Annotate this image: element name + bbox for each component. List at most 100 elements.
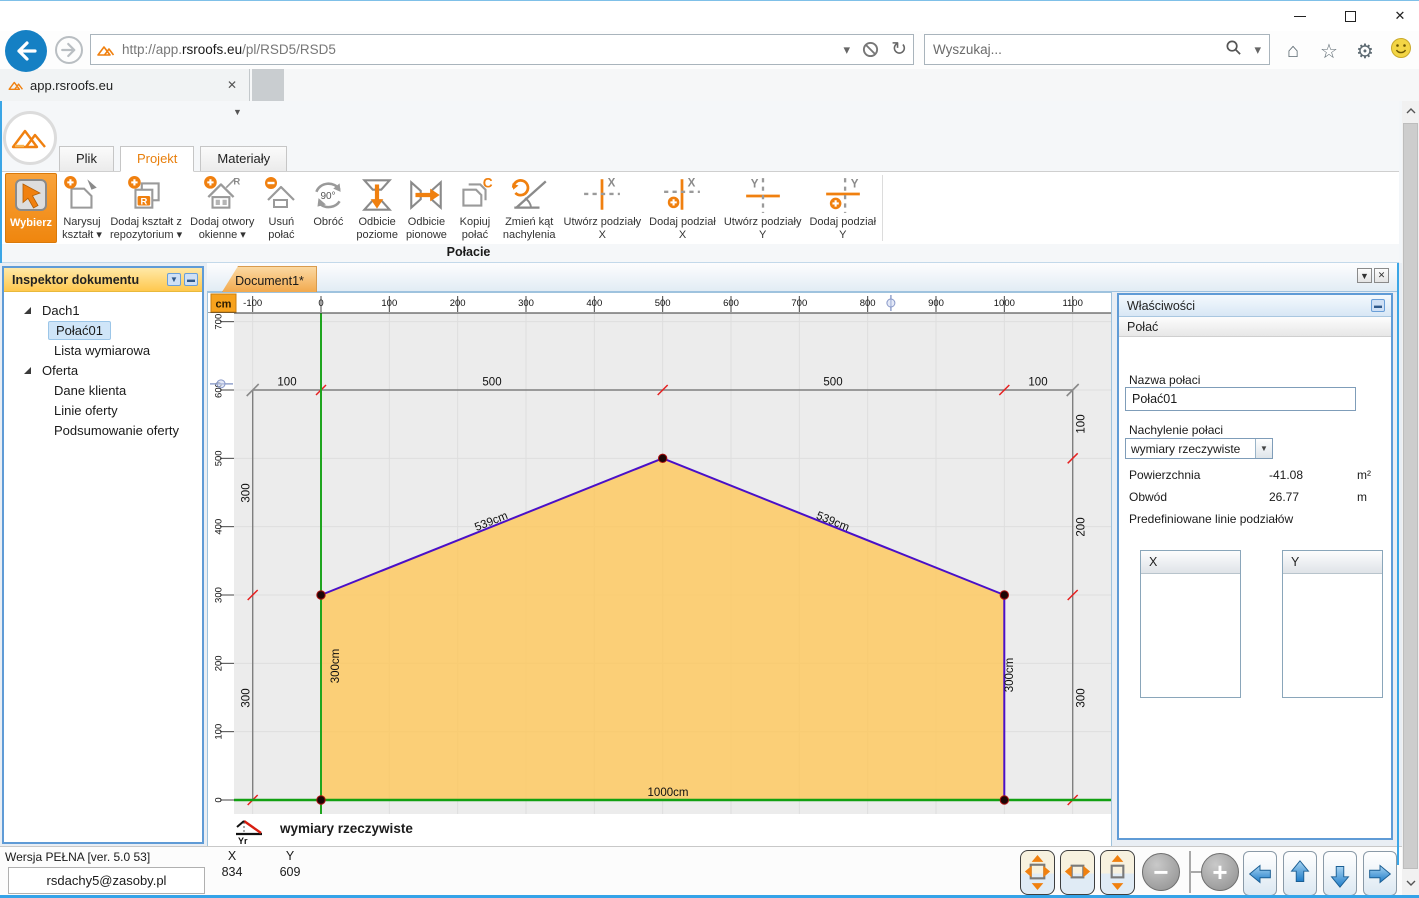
fit-height-icon — [1101, 850, 1134, 895]
zoom-in-button[interactable]: + — [1201, 853, 1239, 891]
svg-text:X: X — [608, 178, 616, 190]
tree-item-dach1[interactable]: Dach1 — [4, 300, 202, 320]
pan-down-button[interactable] — [1323, 851, 1357, 896]
window-maximize-button[interactable] — [1339, 7, 1361, 25]
inspector-menu-button[interactable]: ▼ — [167, 273, 181, 286]
zoom-fit-height-button[interactable] — [1100, 850, 1135, 895]
repository-shape-icon: R — [126, 175, 166, 215]
svg-text:Yr: Yr — [238, 836, 248, 846]
rotate-button[interactable]: 90° Obróć — [305, 173, 351, 243]
back-button[interactable] — [5, 30, 47, 72]
ribbon-group-label: Połacie — [2, 245, 935, 259]
pan-up-button[interactable] — [1283, 851, 1317, 896]
svg-text:300cm: 300cm — [1004, 658, 1016, 693]
cursor-y-readout: Y609 — [270, 849, 310, 879]
new-tab-button[interactable] — [252, 69, 284, 101]
svg-text:200: 200 — [214, 655, 225, 671]
search-dropdown-icon[interactable]: ▾ — [1254, 42, 1261, 58]
tab-plik[interactable]: Plik — [59, 146, 114, 172]
document-close-button[interactable]: ✕ — [1374, 268, 1389, 283]
pan-right-button[interactable] — [1363, 851, 1397, 896]
y-divisions-list[interactable]: Y — [1282, 550, 1383, 698]
scroll-up-icon[interactable] — [1402, 101, 1419, 121]
tree-item-polac01[interactable]: Połać01 — [4, 320, 202, 340]
pan-left-button[interactable] — [1243, 851, 1277, 896]
tab-materialy[interactable]: Materiały — [200, 146, 287, 172]
slope-mode-dropdown[interactable]: wymiary rzeczywiste ▼ — [1125, 438, 1273, 459]
name-label: Nazwa połaci — [1129, 373, 1200, 387]
create-divisions-y-button[interactable]: Y Utwórz podziały Y — [721, 173, 805, 243]
fit-all-icon — [1021, 850, 1054, 895]
properties-minimize-button[interactable]: ▬ — [1371, 299, 1385, 312]
select-tool-button[interactable]: Wybierz — [5, 173, 57, 243]
tree-item-oferta[interactable]: Oferta — [4, 360, 202, 380]
flip-horizontal-axis-button[interactable]: Odbicie poziome — [353, 173, 401, 243]
favorites-star-icon[interactable]: ☆ — [1317, 39, 1341, 64]
zoom-fit-button[interactable] — [1020, 850, 1055, 895]
window-openings-icon: R — [202, 175, 242, 215]
tab-close-icon[interactable]: ✕ — [223, 78, 241, 92]
tree-item-lista-wymiarowa[interactable]: Lista wymiarowa — [4, 340, 202, 360]
svg-text:200: 200 — [1076, 517, 1088, 536]
ribbon-collapse-icon[interactable]: ▼ — [233, 107, 242, 117]
page-scrollbar[interactable] — [1402, 101, 1419, 898]
create-divisions-x-button[interactable]: X Utwórz podziały X — [561, 173, 645, 243]
settings-gear-icon[interactable]: ⚙ — [1353, 39, 1377, 64]
delete-roof-plane-button[interactable]: Usuń połać — [259, 173, 303, 243]
dimension-mode-label: wymiary rzeczywiste — [280, 821, 413, 836]
address-bar[interactable]: http://app.rsroofs.eu/pl/RSD5/RSD5 ▾ ↻ — [90, 34, 914, 65]
browser-tab[interactable]: app.rsroofs.eu ✕ — [0, 69, 250, 101]
app-logo[interactable] — [3, 111, 57, 165]
area-unit: m² — [1357, 468, 1371, 482]
window-close-button[interactable]: ✕ — [1389, 7, 1411, 25]
drawing-canvas[interactable]: 100 500 500 100 300 300 100 200 300 539c… — [207, 292, 1112, 848]
address-dropdown-icon[interactable]: ▾ — [844, 42, 851, 58]
inspector-panel: Inspektor dokumentu ▼ ▬ Dach1 Połać01 Li… — [2, 266, 204, 844]
zoom-fit-width-button[interactable] — [1060, 850, 1095, 895]
svg-text:500: 500 — [655, 298, 671, 309]
y-list-header: Y — [1283, 551, 1382, 574]
dropdown-arrow-icon[interactable]: ▼ — [1255, 439, 1272, 458]
search-box[interactable]: Wyszukaj... ▾ — [924, 34, 1270, 65]
tree-item-linie-oferty[interactable]: Linie oferty — [4, 400, 202, 420]
x-divisions-list[interactable]: X — [1140, 550, 1241, 698]
svg-text:300: 300 — [214, 587, 225, 603]
change-slope-angle-button[interactable]: Zmień kąt nachylenia — [500, 173, 559, 243]
roof-name-input[interactable]: Połać01 — [1125, 387, 1356, 411]
copy-roof-plane-button[interactable]: C Kopiuj połać — [452, 173, 498, 243]
expander-icon[interactable] — [24, 367, 31, 374]
document-list-dropdown-button[interactable]: ▼ — [1357, 268, 1372, 283]
expander-icon[interactable] — [24, 307, 31, 314]
site-favicon-icon — [97, 43, 115, 57]
document-tab[interactable]: Document1* — [222, 266, 317, 292]
home-icon[interactable]: ⌂ — [1281, 40, 1305, 63]
canvas-drawing[interactable]: 100 500 500 100 300 300 100 200 300 539c… — [208, 293, 1111, 814]
tree-item-dane-klienta[interactable]: Dane klienta — [4, 380, 202, 400]
tab-projekt[interactable]: Projekt — [120, 146, 194, 172]
search-icon[interactable] — [1225, 39, 1242, 61]
svg-text:100: 100 — [214, 724, 225, 740]
vertical-ruler: 0100200300400500600700 — [208, 313, 234, 814]
inspector-title: Inspektor dokumentu — [12, 273, 164, 287]
smiley-feedback-icon[interactable] — [1389, 37, 1413, 65]
svg-text:100: 100 — [1076, 414, 1088, 433]
add-window-openings-button[interactable]: R Dodaj otwory okienne ▾ — [187, 173, 257, 243]
stop-icon[interactable] — [862, 41, 879, 58]
scrollbar-thumb[interactable] — [1403, 123, 1418, 869]
svg-text:1000: 1000 — [994, 298, 1015, 309]
scroll-down-icon[interactable] — [1402, 873, 1419, 893]
window-minimize-button[interactable] — [1289, 7, 1311, 25]
add-division-y-button[interactable]: Y Dodaj podział Y — [806, 173, 879, 243]
properties-section-header: Połać — [1119, 317, 1391, 337]
tree-item-podsumowanie-oferty[interactable]: Podsumowanie oferty — [4, 420, 202, 440]
forward-button[interactable] — [55, 36, 83, 64]
refresh-icon[interactable]: ↻ — [891, 38, 907, 61]
account-box[interactable]: rsdachy5@zasoby.pl — [8, 867, 205, 894]
flip-vertical-axis-button[interactable]: Odbicie pionowe — [403, 173, 450, 243]
draw-shape-button[interactable]: Narysuj kształt ▾ — [59, 173, 105, 243]
add-shape-from-repository-button[interactable]: R Dodaj kształt z repozytorium ▾ — [107, 173, 185, 243]
add-division-x-button[interactable]: X Dodaj podział X — [646, 173, 719, 243]
inspector-minimize-button[interactable]: ▬ — [184, 273, 198, 286]
zoom-out-button[interactable]: − — [1142, 853, 1180, 891]
properties-title: Właściwości — [1127, 299, 1368, 313]
